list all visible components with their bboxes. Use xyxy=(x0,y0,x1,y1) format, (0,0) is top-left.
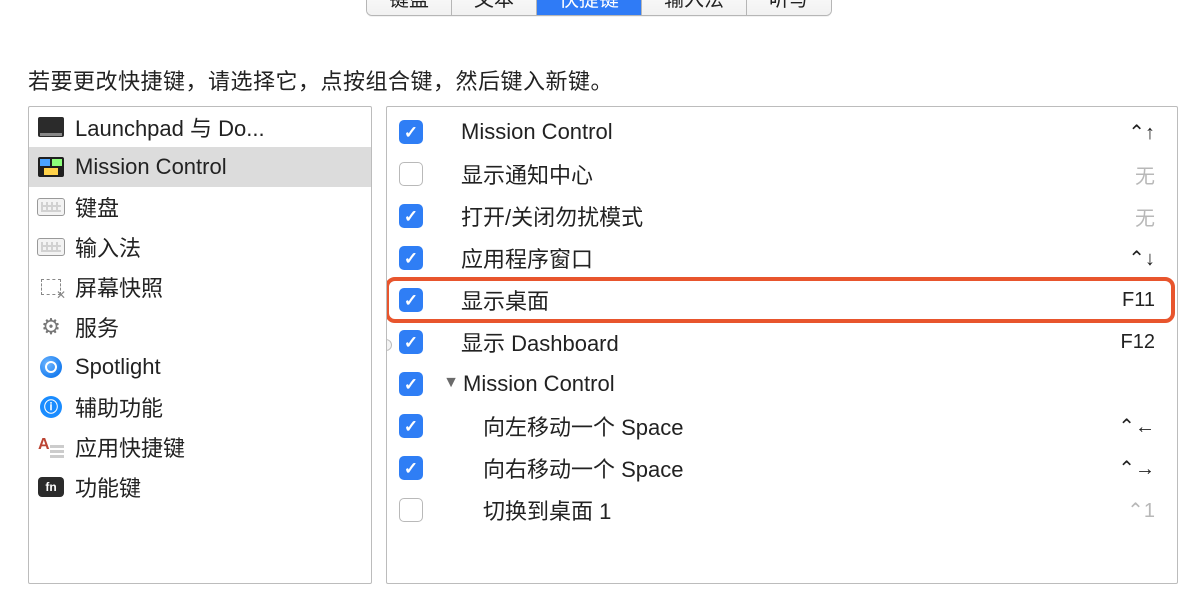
shortcut-row-6[interactable]: ▼Mission Control xyxy=(393,363,1167,405)
shortcut-accelerator[interactable]: 无 xyxy=(1135,160,1161,189)
shortcut-checkbox[interactable] xyxy=(399,162,423,186)
shortcut-accelerator[interactable]: ⌃← xyxy=(1118,414,1161,439)
shortcut-checkbox[interactable] xyxy=(399,120,423,144)
shortcut-checkbox[interactable] xyxy=(399,456,423,480)
services-icon: ⚙ xyxy=(37,315,65,339)
shortcut-row-8[interactable]: 向右移动一个 Space⌃→ xyxy=(393,447,1167,489)
shortcut-label: 打开/关闭勿扰模式 xyxy=(441,200,1135,232)
shortcut-accelerator[interactable]: F11 xyxy=(1122,289,1161,312)
keyboard-icon xyxy=(37,235,65,259)
shortcut-checkbox[interactable] xyxy=(399,246,423,270)
screenshot-icon xyxy=(37,275,65,299)
category-label: Mission Control xyxy=(75,154,227,180)
shortcut-accelerator[interactable]: F12 xyxy=(1121,331,1161,354)
shortcut-label: 向左移动一个 Space xyxy=(441,410,1118,442)
category-item-5[interactable]: ⚙ 服务 xyxy=(29,307,371,347)
shortcut-accelerator[interactable]: ⌃1 xyxy=(1127,498,1161,523)
fn-icon: fn xyxy=(37,475,65,499)
shortcut-row-5[interactable]: 显示 DashboardF12 xyxy=(393,321,1167,363)
apps-icon xyxy=(37,435,65,459)
shortcut-label: 显示通知中心 xyxy=(441,158,1135,190)
shortcut-label: Mission Control xyxy=(463,371,1155,397)
tab-4[interactable]: 听写 xyxy=(747,0,831,15)
shortcut-checkbox[interactable] xyxy=(399,372,423,396)
shortcut-row-0[interactable]: Mission Control⌃↑ xyxy=(393,111,1167,153)
category-label: 功能键 xyxy=(75,471,141,503)
category-item-8[interactable]: 应用快捷键 xyxy=(29,427,371,467)
category-label: 辅助功能 xyxy=(75,391,163,423)
shortcut-label: 显示桌面 xyxy=(441,284,1122,316)
shortcut-list: Mission Control⌃↑显示通知中心无打开/关闭勿扰模式无应用程序窗口… xyxy=(387,107,1177,535)
shortcut-accelerator[interactable]: 无 xyxy=(1135,202,1161,231)
shortcut-checkbox[interactable] xyxy=(399,288,423,312)
category-label: 应用快捷键 xyxy=(75,431,185,463)
category-item-3[interactable]: 输入法 xyxy=(29,227,371,267)
access-icon: ⓘ xyxy=(37,395,65,419)
segmented-control: 键盘文本快捷键输入法听写 xyxy=(366,0,832,16)
shortcut-accelerator[interactable]: ⌃→ xyxy=(1118,456,1161,481)
category-label: 服务 xyxy=(75,311,119,343)
category-item-9[interactable]: fn 功能键 xyxy=(29,467,371,507)
shortcut-row-7[interactable]: 向左移动一个 Space⌃← xyxy=(393,405,1167,447)
shortcut-accelerator[interactable]: ⌃↑ xyxy=(1128,120,1161,145)
shortcut-label: 向右移动一个 Space xyxy=(441,452,1118,484)
shortcut-label: Mission Control xyxy=(441,119,1128,145)
category-item-4[interactable]: 屏幕快照 xyxy=(29,267,371,307)
tab-3[interactable]: 输入法 xyxy=(642,0,747,15)
tab-1[interactable]: 文本 xyxy=(452,0,537,15)
shortcut-row-4[interactable]: 显示桌面F11 xyxy=(393,279,1167,321)
shortcut-checkbox[interactable] xyxy=(399,330,423,354)
instruction-text: 若要更改快捷键，请选择它，点按组合键，然后键入新键。 xyxy=(28,64,1198,96)
shortcut-row-2[interactable]: 打开/关闭勿扰模式无 xyxy=(393,195,1167,237)
category-list: Launchpad 与 Do... Mission Control 键盘输入法屏幕快… xyxy=(29,107,371,507)
category-item-6[interactable]: Spotlight xyxy=(29,347,371,387)
shortcut-label: 应用程序窗口 xyxy=(441,242,1128,274)
shortcut-accelerator[interactable]: ⌃↓ xyxy=(1128,246,1161,271)
tab-0[interactable]: 键盘 xyxy=(367,0,452,15)
category-item-1[interactable]: Mission Control xyxy=(29,147,371,187)
keyboard-icon xyxy=(37,195,65,219)
category-item-7[interactable]: ⓘ 辅助功能 xyxy=(29,387,371,427)
category-label: 输入法 xyxy=(75,231,141,263)
spotlight-icon xyxy=(37,355,65,379)
shortcut-label: 切换到桌面 1 xyxy=(441,494,1127,526)
category-label: Launchpad 与 Do... xyxy=(75,111,265,143)
shortcut-label: 显示 Dashboard xyxy=(441,326,1121,358)
category-item-2[interactable]: 键盘 xyxy=(29,187,371,227)
shortcut-row-1[interactable]: 显示通知中心无 xyxy=(393,153,1167,195)
shortcut-row-9[interactable]: 切换到桌面 1⌃1 xyxy=(393,489,1167,531)
shortcut-checkbox[interactable] xyxy=(399,204,423,228)
launchpad-icon xyxy=(37,115,65,139)
shortcut-checkbox[interactable] xyxy=(399,498,423,522)
mc-icon xyxy=(37,155,65,179)
shortcut-pane: Mission Control⌃↑显示通知中心无打开/关闭勿扰模式无应用程序窗口… xyxy=(386,106,1178,584)
shortcut-row-3[interactable]: 应用程序窗口⌃↓ xyxy=(393,237,1167,279)
shortcut-checkbox[interactable] xyxy=(399,414,423,438)
category-label: 屏幕快照 xyxy=(75,271,163,303)
category-item-0[interactable]: Launchpad 与 Do... xyxy=(29,107,371,147)
disclosure-triangle-icon[interactable]: ▼ xyxy=(441,374,461,392)
category-label: Spotlight xyxy=(75,354,161,380)
content-panes: Launchpad 与 Do... Mission Control 键盘输入法屏幕快… xyxy=(0,106,1198,604)
category-pane: Launchpad 与 Do... Mission Control 键盘输入法屏幕快… xyxy=(28,106,372,584)
tab-2[interactable]: 快捷键 xyxy=(537,0,642,15)
category-label: 键盘 xyxy=(75,191,119,223)
